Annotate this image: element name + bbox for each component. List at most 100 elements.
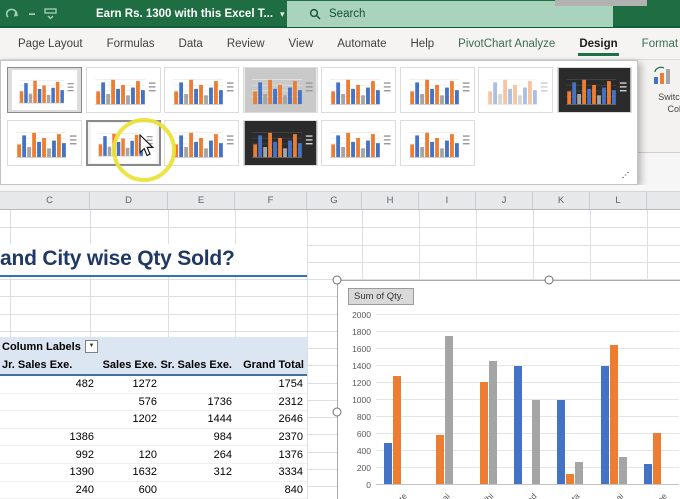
ribbon-tab-help[interactable]: Help [401,30,445,59]
ribbon-tab-view[interactable]: View [279,30,324,59]
chart-style-thumbnail-1-1[interactable] [7,67,82,113]
pivot-cell[interactable]: 1386 [0,431,97,443]
chart-handle-left-middle[interactable] [332,407,342,417]
pivot-cell[interactable]: 3334 [235,466,307,478]
bar-kolkata-jr-sales-exe[interactable] [557,399,566,484]
column-header-J[interactable]: J [476,192,533,209]
pivot-cell[interactable]: 984 [160,431,235,443]
chart-style-thumbnail-1-3[interactable] [164,67,239,113]
pivot-cell[interactable]: 312 [160,466,235,478]
column-header-L[interactable]: L [590,192,647,209]
column-header-M[interactable]: M [647,192,680,209]
bar-hyderabad-jr-sales-exe[interactable] [514,366,522,484]
column-header-E[interactable]: E [168,192,235,209]
redo-icon[interactable] [6,8,20,20]
chart-x-label-hyderabad: Hyderabad [502,491,538,499]
chart-handle-top-left[interactable] [332,275,342,285]
bar-bangalore-jr-sales-exe[interactable] [384,443,393,484]
ribbon-tab-automate[interactable]: Automate [327,30,396,59]
bar-hyderabad-sr-sales-exe[interactable] [532,400,540,484]
chart-x-label-pune: Pune [647,491,668,499]
ribbon-tab-page-layout[interactable]: Page Layout [8,30,93,59]
chart-style-thumbnail-1-8[interactable] [556,67,632,113]
ribbon-tab-review[interactable]: Review [217,30,275,59]
chart-style-thumbnail-1-7[interactable] [478,67,553,113]
chart-style-thumbnail-2-2[interactable] [85,120,161,166]
ribbon-tab-formulas[interactable]: Formulas [97,30,165,59]
pivot-header-sales-exe[interactable]: Sales Exe. [97,359,160,371]
column-header-F[interactable]: F [235,192,307,209]
chart-field-button[interactable]: Sum of Qty. [348,288,414,305]
pivot-cell[interactable]: 600 [97,484,160,496]
pivot-cell[interactable]: 2312 [235,396,307,408]
bar-pune-jr-sales-exe[interactable] [643,463,652,484]
bar-mumbai-sales-exe[interactable] [609,345,618,484]
ribbon-display-options-icon[interactable] [44,8,57,20]
switch-row-column-button[interactable]: Switch Row/ Column [644,66,680,146]
pivot-data-rows: 482 1272 1754 576 1736 2312 1202 1444 2646 1386 98… [0,376,307,499]
pivot-cell[interactable]: 1736 [160,396,235,408]
pivot-cell[interactable]: 992 [0,449,97,461]
bar-kolkata-sales-exe[interactable] [566,473,575,484]
pivot-cell[interactable]: 1632 [97,466,160,478]
ribbon-tab-design[interactable]: Design [569,30,627,59]
ribbon-tab-bar: Page Layout Formulas Data Review View Automat… [0,28,680,60]
pivot-cell[interactable]: 2370 [235,431,307,443]
ribbon-tab-pivotchart-analyze[interactable]: PivotChart Analyze [448,30,565,59]
pivot-cell[interactable]: 264 [160,449,235,461]
chart-style-thumbnail-2-6[interactable] [399,120,475,166]
pivot-cell[interactable]: 1376 [235,449,307,461]
gallery-resize-handle[interactable] [622,171,629,178]
pivot-cell[interactable]: 1272 [97,378,160,390]
pivot-cell[interactable]: 1754 [235,378,307,390]
column-header-C[interactable]: C [10,192,90,209]
bar-delhi-sr-sales-exe[interactable] [488,361,497,484]
gridline-horizontal [0,227,680,229]
filter-dropdown-button[interactable]: ▼ [85,340,98,353]
chart-handle-top-middle[interactable] [544,275,554,285]
chart-style-thumbnail-1-6[interactable] [399,67,475,113]
pivot-chart[interactable]: Sum of Qty. 0 200 400 600 800 1000 1200 1400 160… [337,280,680,499]
chart-style-thumbnail-2-1[interactable] [7,120,82,166]
bar-mumbai-jr-sales-exe[interactable] [600,365,609,484]
bar-kolkata-sr-sales-exe[interactable] [575,461,584,484]
bar-chennai-sales-exe[interactable] [436,435,445,484]
pivot-header-jr-sales-exe[interactable]: Jr. Sales Exe. [0,359,97,371]
column-header-I[interactable]: I [419,192,476,209]
switch-row-column-label-line1: Switch Row/ [658,92,680,102]
column-header-K[interactable]: K [533,192,590,209]
chart-style-thumbnail-2-4[interactable] [242,120,318,166]
column-header-D[interactable]: D [90,192,168,209]
bar-delhi-sales-exe[interactable] [479,381,488,484]
pivot-cell[interactable]: 1390 [0,466,97,478]
chart-style-thumbnail-1-4[interactable] [242,67,318,113]
sheet-title: and City wise Qty Sold? [0,244,307,277]
pivot-cell[interactable]: 482 [0,378,97,390]
chart-style-thumbnail-2-5[interactable] [321,120,396,166]
chart-style-thumbnail-1-2[interactable] [85,67,161,113]
chart-y-tick-label: 1800 [352,326,371,337]
chart-x-axis [376,484,679,485]
pivot-cell[interactable]: 840 [235,484,307,496]
chart-style-thumbnail-1-5[interactable] [321,67,396,113]
document-title-button[interactable]: Earn Rs. 1300 with this Excel T... ▾ [96,0,285,28]
bar-pune-sales-exe[interactable] [652,433,661,484]
pivot-cell[interactable]: 120 [97,449,160,461]
pivot-row: 992 120 264 1376 [0,446,307,464]
chart-style-thumbnail-2-3[interactable] [164,120,239,166]
bar-chennai-sr-sales-exe[interactable] [445,336,454,484]
pivot-cell[interactable]: 1202 [97,413,160,425]
column-header-H[interactable]: H [362,192,419,209]
bar-mumbai-sr-sales-exe[interactable] [618,457,627,484]
column-header-G[interactable]: G [307,192,362,209]
bar-bangalore-sales-exe[interactable] [393,375,402,484]
pivot-cell[interactable]: 240 [0,484,97,496]
ribbon-tab-data[interactable]: Data [169,30,213,59]
pivot-header-grand-total[interactable]: Grand Total [235,359,307,371]
pivot-cell[interactable]: 2646 [235,413,307,425]
ribbon-lower-area [638,152,680,187]
pivot-cell[interactable]: 576 [97,396,160,408]
pivot-header-sr-sales-exe[interactable]: Sr. Sales Exe. [160,359,235,371]
ribbon-tab-format[interactable]: Format [632,30,680,59]
pivot-cell[interactable]: 1444 [160,413,235,425]
